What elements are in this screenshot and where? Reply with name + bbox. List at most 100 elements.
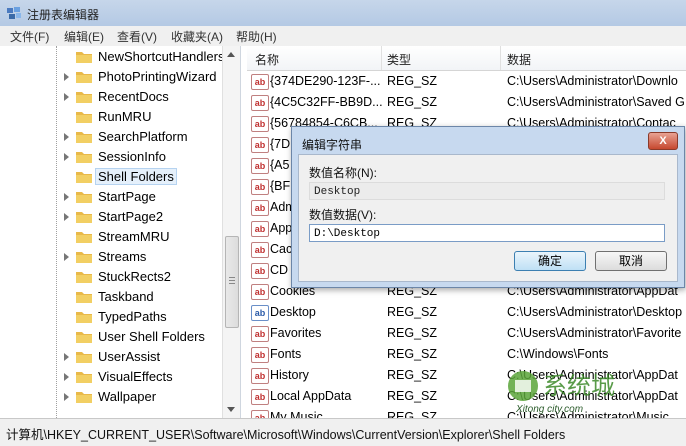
- table-row[interactable]: ab {374DE290-123F-... REG_SZ C:\Users\Admin…: [247, 71, 686, 92]
- tree-item-label: RecentDocs: [98, 89, 169, 104]
- value-data-cell: C:\Users\Administrator\Desktop: [507, 305, 683, 319]
- folder-icon: [76, 72, 92, 83]
- tree-item-label: Taskband: [98, 289, 154, 304]
- value-type-cell: REG_SZ: [387, 326, 438, 340]
- menu-file[interactable]: 文件(F): [10, 28, 49, 45]
- value-type-cell: REG_SZ: [387, 410, 438, 418]
- folder-icon: [76, 212, 92, 223]
- string-value-icon: ab: [251, 368, 269, 384]
- folder-icon: [76, 232, 92, 243]
- value-name-cell: Local AppData: [270, 389, 352, 403]
- folder-icon: [76, 52, 92, 63]
- expand-arrow-icon[interactable]: [64, 193, 69, 201]
- value-data-input[interactable]: D:\Desktop: [309, 224, 665, 242]
- menu-favorites[interactable]: 收藏夹(A): [171, 28, 223, 45]
- string-value-icon: ab: [251, 410, 269, 418]
- folder-icon: [76, 252, 92, 263]
- ok-button[interactable]: 确定: [514, 251, 586, 271]
- tree-item-label: Streams: [98, 249, 147, 264]
- tree-item[interactable]: StartPage2: [4, 207, 224, 227]
- expand-arrow-icon[interactable]: [64, 133, 69, 141]
- tree-item-label: StartPage: [98, 189, 156, 204]
- menu-help[interactable]: 帮助(H): [236, 28, 277, 45]
- tree-item[interactable]: Taskband: [4, 287, 224, 307]
- column-divider[interactable]: [381, 46, 382, 70]
- tree-item-label: VisualEffects: [98, 369, 173, 384]
- tree-item-label: RunMRU: [98, 109, 152, 124]
- tree-item[interactable]: RunMRU: [4, 107, 224, 127]
- grip-line: [229, 277, 235, 278]
- expand-arrow-icon[interactable]: [64, 93, 69, 101]
- grip-line: [229, 283, 235, 284]
- tree-item-label: Shell Folders: [95, 168, 177, 185]
- value-name-field: Desktop: [309, 182, 665, 200]
- value-data-cell: C:\Users\Administrator\Favorite: [507, 326, 682, 340]
- tree-item-label: TypedPaths: [98, 309, 167, 324]
- value-type-cell: REG_SZ: [387, 305, 438, 319]
- folder-icon: [76, 332, 92, 343]
- folder-icon: [76, 312, 92, 323]
- string-value-icon: ab: [251, 137, 269, 153]
- tree-item[interactable]: StartPage: [4, 187, 224, 207]
- value-name-cell: History: [270, 368, 309, 382]
- svg-text:系统城: 系统城: [543, 372, 615, 400]
- close-button[interactable]: X: [648, 132, 678, 150]
- folder-icon: [76, 372, 92, 383]
- tree-item[interactable]: UserAssist: [4, 347, 224, 367]
- scroll-thumb[interactable]: [225, 236, 239, 328]
- value-data-cell: C:\Users\Administrator\Downlo: [507, 74, 678, 88]
- tree-item[interactable]: TypedPaths: [4, 307, 224, 327]
- tree-item-label: NewShortcutHandlers: [98, 49, 225, 64]
- status-path: 计算机\HKEY_CURRENT_USER\Software\Microsoft…: [6, 428, 566, 442]
- tree-item[interactable]: Wallpaper: [4, 387, 224, 407]
- value-name-cell: Favorites: [270, 326, 322, 340]
- expand-arrow-icon[interactable]: [64, 213, 69, 221]
- scroll-up-arrow-icon[interactable]: [227, 52, 235, 57]
- expand-arrow-icon[interactable]: [64, 153, 69, 161]
- tree-item-label: StartPage2: [98, 209, 164, 224]
- menu-view[interactable]: 查看(V): [117, 28, 157, 45]
- table-row[interactable]: ab Fonts REG_SZ C:\Windows\Fonts: [247, 344, 686, 365]
- folder-icon: [76, 172, 92, 183]
- column-divider[interactable]: [500, 46, 501, 70]
- value-name-cell: {4C5C32FF-BB9D...: [270, 95, 382, 109]
- expand-arrow-icon[interactable]: [64, 353, 69, 361]
- registry-tree[interactable]: NewShortcutHandlers PhotoPrintingWizard Re…: [4, 46, 241, 418]
- value-data-label: 数值数据(V):: [309, 208, 377, 222]
- edit-string-dialog: 编辑字符串 X 数值名称(N): Desktop 数值数据(V): D:\Des…: [291, 126, 685, 288]
- expand-arrow-icon[interactable]: [64, 73, 69, 81]
- tree-item[interactable]: SearchPlatform: [4, 127, 224, 147]
- scroll-down-arrow-icon[interactable]: [227, 407, 235, 412]
- expand-arrow-icon[interactable]: [64, 253, 69, 261]
- table-row[interactable]: ab Favorites REG_SZ C:\Users\Administrator\…: [247, 323, 686, 344]
- menu-edit[interactable]: 编辑(E): [64, 28, 104, 45]
- tree-item[interactable]: NewShortcutHandlers: [4, 47, 224, 67]
- tree-item[interactable]: Shell Folders: [4, 167, 224, 187]
- tree-item[interactable]: SessionInfo: [4, 147, 224, 167]
- column-header-name[interactable]: 名称: [255, 51, 279, 68]
- tree-item[interactable]: VisualEffects: [4, 367, 224, 387]
- value-type-cell: REG_SZ: [387, 368, 438, 382]
- column-header-data[interactable]: 数据: [507, 51, 531, 68]
- expand-arrow-icon[interactable]: [64, 393, 69, 401]
- folder-icon: [76, 112, 92, 123]
- tree-item[interactable]: StuckRects2: [4, 267, 224, 287]
- expand-arrow-icon[interactable]: [64, 373, 69, 381]
- tree-scrollbar[interactable]: [222, 46, 240, 418]
- cancel-button[interactable]: 取消: [595, 251, 667, 271]
- table-row[interactable]: ab {4C5C32FF-BB9D... REG_SZ C:\Users\Admini…: [247, 92, 686, 113]
- tree-item-label: SessionInfo: [98, 149, 166, 164]
- column-header-type[interactable]: 类型: [387, 51, 411, 68]
- tree-item[interactable]: Streams: [4, 247, 224, 267]
- tree-item-label: UserAssist: [98, 349, 161, 364]
- tree-item[interactable]: User Shell Folders: [4, 327, 224, 347]
- folder-icon: [76, 132, 92, 143]
- tree-item[interactable]: RecentDocs: [4, 87, 224, 107]
- title-bar[interactable]: 注册表编辑器: [0, 0, 686, 26]
- tree-item[interactable]: PhotoPrintingWizard: [4, 67, 224, 87]
- value-name-cell: My Music: [270, 410, 323, 418]
- tree-item[interactable]: StreamMRU: [4, 227, 224, 247]
- value-name-cell: Desktop: [270, 305, 316, 319]
- table-row[interactable]: ab Desktop REG_SZ C:\Users\Administrator\De…: [247, 302, 686, 323]
- watermark-text: Xitong city.com: [516, 404, 584, 415]
